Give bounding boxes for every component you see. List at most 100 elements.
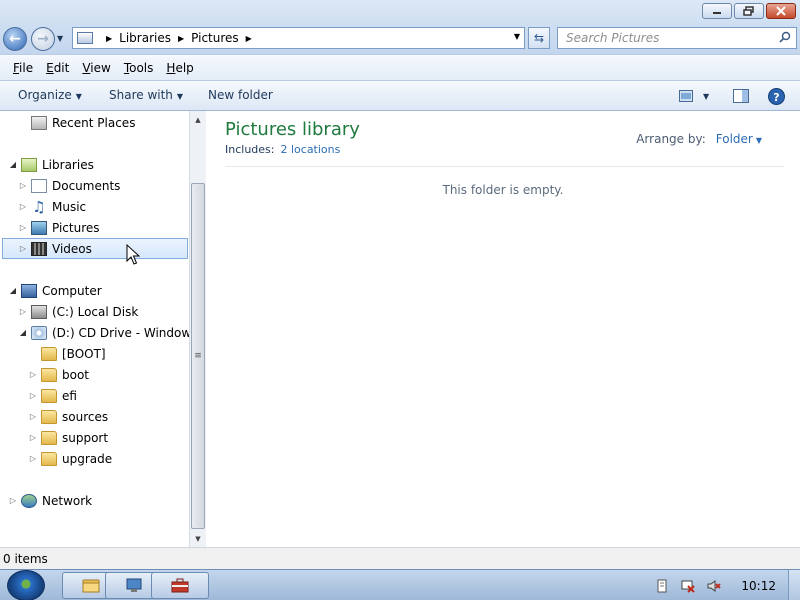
tree-item-documents[interactable]: ▷ Documents [18, 175, 120, 196]
tree-item-efi[interactable]: ▷ efi [28, 385, 77, 406]
share-with-button[interactable]: Share with ▼ [109, 88, 183, 102]
breadcrumb-separator-icon[interactable]: ▶ [178, 34, 184, 43]
organize-button[interactable]: Organize ▼ [18, 88, 82, 102]
breadcrumb-separator-icon[interactable]: ▶ [246, 34, 252, 43]
navigation-pane: Recent Places ◢ Libraries ▷ Documents ▷ … [0, 111, 189, 547]
tree-item-cd-drive[interactable]: ◢ (D:) CD Drive - Windows U [18, 322, 189, 343]
tree-item-local-disk[interactable]: ▷ (C:) Local Disk [18, 301, 138, 322]
tree-item-support[interactable]: ▷ support [28, 427, 108, 448]
folder-icon [41, 430, 57, 445]
expanded-arrow-icon[interactable]: ◢ [18, 328, 28, 337]
search-box[interactable] [557, 27, 797, 49]
folder-icon [82, 579, 100, 593]
scroll-up-arrow-icon[interactable]: ▲ [190, 111, 206, 128]
breadcrumb-pictures[interactable]: Pictures [191, 31, 239, 45]
arrange-by-dropdown[interactable]: Folder [716, 132, 753, 146]
show-desktop-button[interactable] [788, 570, 800, 600]
tree-item-recent-places[interactable]: Recent Places [18, 112, 135, 133]
tree-item-sources[interactable]: ▷ sources [28, 406, 108, 427]
menu-file[interactable]: File [8, 61, 38, 75]
collapsed-arrow-icon[interactable]: ▷ [18, 307, 28, 316]
collapsed-arrow-icon[interactable]: ▷ [18, 202, 28, 211]
breadcrumb-separator-icon[interactable]: ▶ [106, 34, 112, 43]
tree-label: Music [52, 199, 87, 214]
action-center-icon[interactable] [655, 579, 669, 593]
scrollbar-thumb[interactable]: ≡ [191, 183, 205, 529]
collapsed-arrow-icon[interactable]: ▷ [18, 244, 28, 253]
network-status-icon[interactable] [681, 579, 696, 593]
toolbox-icon [171, 578, 189, 593]
preview-pane-icon [733, 89, 749, 103]
collapsed-arrow-icon[interactable]: ▷ [28, 391, 38, 400]
computer-icon [21, 283, 37, 298]
chevron-down-icon: ▼ [176, 92, 184, 101]
tree-label: boot [62, 367, 90, 382]
close-icon [776, 6, 786, 16]
restore-icon [743, 6, 754, 16]
collapsed-arrow-icon[interactable]: ▷ [28, 433, 38, 442]
tree-item-music[interactable]: ▷ ♫ Music [18, 196, 86, 217]
address-dropdown-icon[interactable]: ▼ [514, 32, 520, 41]
expanded-arrow-icon[interactable]: ◢ [8, 286, 18, 295]
tree-label: (D:) CD Drive - Windows U [52, 325, 189, 340]
new-folder-button[interactable]: New folder [208, 88, 273, 102]
tree-item-upgrade[interactable]: ▷ upgrade [28, 448, 112, 469]
arrange-by: Arrange by: Folder ▼ [636, 132, 762, 146]
view-options-dropdown-icon[interactable]: ▼ [703, 92, 709, 101]
taskbar: 10:12 [0, 569, 800, 600]
clock[interactable]: 10:12 [741, 579, 776, 593]
start-button[interactable] [7, 570, 45, 600]
breadcrumb-libraries[interactable]: Libraries [119, 31, 171, 45]
svg-text:?: ? [773, 91, 779, 104]
address-bar[interactable]: ▶ Libraries ▶ Pictures ▶ ▼ [72, 27, 525, 49]
collapsed-arrow-icon[interactable]: ▷ [8, 496, 18, 505]
collapsed-arrow-icon[interactable]: ▷ [28, 454, 38, 463]
search-icon[interactable] [779, 31, 791, 43]
recent-places-icon [31, 115, 47, 130]
expanded-arrow-icon[interactable]: ◢ [8, 160, 18, 169]
window-controls [702, 3, 796, 19]
taskbar-app-3-button[interactable] [151, 572, 209, 599]
tree-item-computer[interactable]: ◢ Computer [8, 280, 102, 301]
maximize-button[interactable] [734, 3, 764, 19]
preview-pane-button[interactable] [733, 87, 749, 105]
collapsed-arrow-icon[interactable]: ▷ [28, 412, 38, 421]
search-input[interactable] [558, 28, 768, 48]
menu-help[interactable]: Help [161, 61, 198, 75]
refresh-icon: ⇆ [533, 31, 545, 45]
tree-item-boot-upper[interactable]: [BOOT] [28, 343, 106, 364]
change-view-button[interactable]: ▼ [679, 87, 709, 105]
collapsed-arrow-icon[interactable]: ▷ [18, 223, 28, 232]
navigation-scrollbar[interactable]: ▲ ≡ ▼ [189, 111, 206, 547]
tree-item-network[interactable]: ▷ Network [8, 490, 92, 511]
menu-view[interactable]: View [77, 61, 115, 75]
tree-item-videos[interactable]: ▷ Videos [2, 238, 188, 259]
close-button[interactable] [766, 3, 796, 19]
content-pane: Pictures library Includes: 2 locations Ar… [206, 111, 800, 547]
menu-tools[interactable]: Tools [119, 61, 159, 75]
tree-item-pictures[interactable]: ▷ Pictures [18, 217, 100, 238]
tree-label: upgrade [62, 451, 113, 466]
tree-label: Recent Places [52, 115, 136, 130]
volume-muted-icon[interactable] [707, 579, 722, 593]
help-button[interactable]: ? [768, 87, 785, 105]
recent-pages-dropdown-icon[interactable]: ▼ [57, 34, 63, 43]
view-icon [679, 90, 693, 102]
scroll-down-arrow-icon[interactable]: ▼ [190, 530, 206, 547]
collapsed-arrow-icon[interactable]: ▷ [28, 370, 38, 379]
hard-drive-icon [31, 304, 47, 319]
title-bar [0, 0, 800, 24]
cd-drive-icon [31, 325, 47, 340]
locations-link[interactable]: 2 locations [280, 143, 340, 156]
back-button[interactable]: ← [3, 27, 27, 51]
libraries-icon [21, 157, 37, 172]
collapsed-arrow-icon[interactable]: ▷ [18, 181, 28, 190]
menu-edit[interactable]: Edit [41, 61, 74, 75]
tree-item-libraries[interactable]: ◢ Libraries [8, 154, 94, 175]
folder-icon [41, 346, 57, 361]
minimize-button[interactable] [702, 3, 732, 19]
chevron-down-icon[interactable]: ▼ [756, 136, 762, 145]
tree-item-boot[interactable]: ▷ boot [28, 364, 89, 385]
forward-button[interactable]: → [31, 27, 55, 51]
refresh-button[interactable]: ⇆ [528, 27, 550, 49]
